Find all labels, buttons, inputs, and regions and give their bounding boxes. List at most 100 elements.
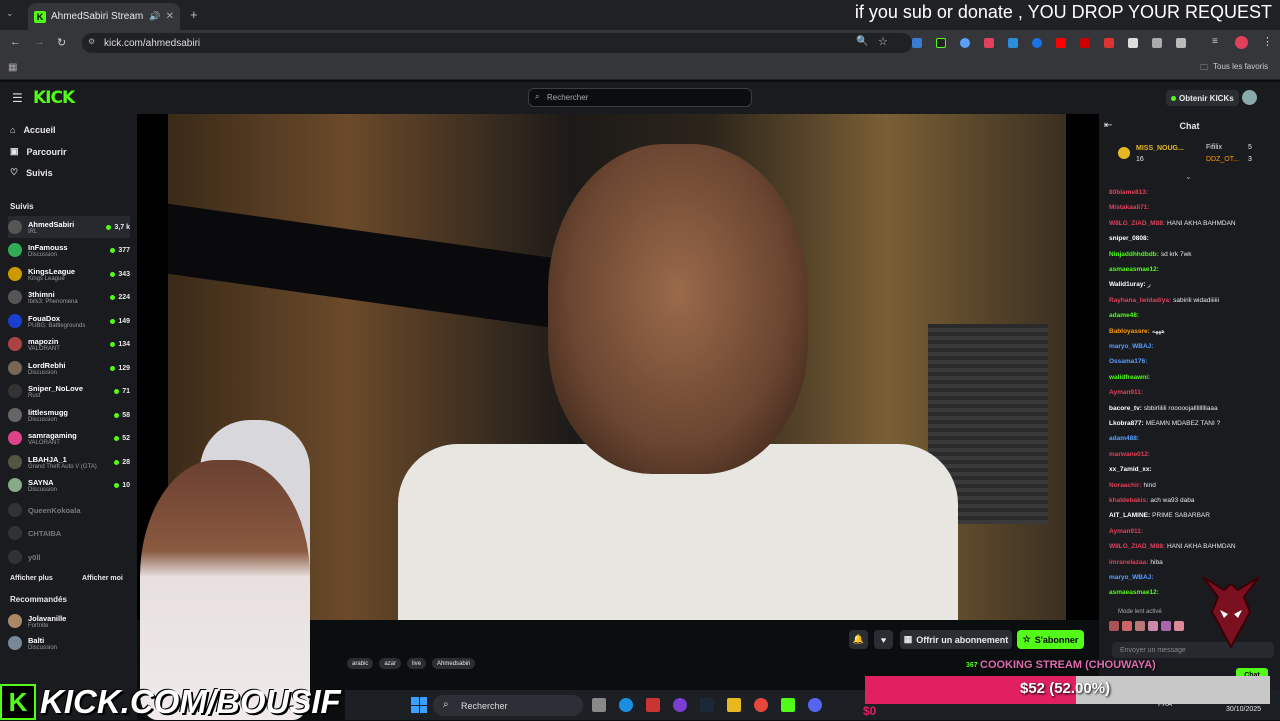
kick-logo[interactable]: KICK [33,88,75,108]
emote-icon[interactable] [1148,621,1158,631]
chat-username[interactable]: bacore_tv: [1109,405,1142,412]
gift-sub-button[interactable]: ▦ Offrir un abonnement [900,630,1012,649]
apps-grid-icon[interactable]: ▦ [8,62,17,73]
emote-icon[interactable] [1174,621,1184,631]
steam-icon[interactable] [700,698,714,712]
chat-username[interactable]: imranelazaa: [1109,559,1148,566]
expand-leaderboard-icon[interactable]: ⌄ [1185,172,1192,181]
puzzle-extensions-icon[interactable] [1176,38,1186,48]
tag-pill[interactable]: live [407,658,427,669]
chat-username[interactable]: Ossama176: [1109,358,1147,365]
kick-search-input[interactable]: ⌕ Rechercher [528,88,752,107]
get-kicks-button[interactable]: Obtenir KICKs [1166,90,1239,106]
tag-pill[interactable]: azar [379,658,402,669]
audio-icon[interactable]: 🔊 [149,11,160,22]
notification-bell-button[interactable]: 🔔 [849,630,868,649]
tag-pill[interactable]: arabic [347,658,374,669]
user-avatar[interactable] [1242,90,1257,105]
chat-username[interactable]: khaldebakis: [1109,497,1148,504]
zoom-icon[interactable]: 🔍 [856,36,868,47]
emote-icon[interactable] [1122,621,1132,631]
extension-icon[interactable] [960,38,970,48]
extension-icon[interactable] [1032,38,1042,48]
chat-username[interactable]: Ayman911: [1109,389,1143,396]
extension-icon[interactable] [912,38,922,48]
show-more-link[interactable]: Afficher plus [10,575,53,582]
chat-username[interactable]: maryo_WBAJ: [1109,343,1153,350]
task-view-icon[interactable] [592,698,606,712]
chat-username[interactable]: asmaeasmae12: [1109,589,1159,596]
channel-item[interactable]: FouaDox PUBG: Battlegrounds 149 [8,310,130,332]
edge-icon[interactable] [619,698,633,712]
youtube-extension-icon[interactable] [1056,38,1066,48]
tag-pill[interactable]: Ahmedsabiri [432,658,476,669]
nav-following[interactable]: ♡ Suivis [10,167,53,178]
taskbar-date[interactable]: 30/10/2025 [1226,706,1261,713]
extension-icon[interactable] [1104,38,1114,48]
app-icon[interactable] [646,698,660,712]
hamburger-icon[interactable]: ☰ [12,91,23,105]
chat-username[interactable]: Rayhana_lwidadiya: [1109,297,1171,304]
taskbar-search[interactable]: ⌕ Rechercher [433,695,583,716]
tab-list-icon[interactable]: ⌄ [6,8,14,19]
chat-username[interactable]: Babloyassre: [1109,328,1150,335]
channel-item[interactable]: Sniper_NoLove Rust 71 [8,380,130,402]
extension-icon[interactable] [1080,38,1090,48]
extension-icon[interactable] [936,38,946,48]
chat-username[interactable]: Ayman911: [1109,528,1143,535]
chat-username[interactable]: walidfreawni: [1109,374,1150,381]
windows-start-icon[interactable] [411,697,427,713]
emote-icon[interactable] [1135,621,1145,631]
chat-username[interactable]: Ninjaddhhdbdb: [1109,251,1159,258]
chat-username[interactable]: asmaeasmae12: [1109,266,1159,273]
extension-icon[interactable] [1128,38,1138,48]
emote-icon[interactable] [1161,621,1171,631]
file-explorer-icon[interactable] [727,698,741,712]
follow-heart-button[interactable]: ♥ [874,630,893,649]
nav-home[interactable]: ⌂ Accueil [10,125,55,135]
reading-list-icon[interactable]: ≡ [1212,36,1218,47]
url-input[interactable]: kick.com/ahmedsabiri [82,33,912,53]
reload-icon[interactable]: ↻ [57,36,66,49]
channel-item[interactable]: LordRebhi Discussion 129 [8,357,130,379]
all-bookmarks-folder[interactable]: 🗀 Tous les favoris [1200,62,1268,76]
chat-username[interactable]: marwane012: [1109,451,1150,458]
extension-icon[interactable] [984,38,994,48]
app-icon[interactable] [673,698,687,712]
chat-username[interactable]: W8LG_ZIAD_M88: [1109,220,1165,227]
close-tab-icon[interactable]: ✕ [166,11,174,22]
emote-icon[interactable] [1109,621,1119,631]
extension-icon[interactable] [1008,38,1018,48]
chat-username[interactable]: maryo_WBAJ: [1109,574,1153,581]
chat-username[interactable]: W8LG_ZIAD_M88: [1109,543,1165,550]
new-tab-icon[interactable]: + [190,7,198,22]
chat-username[interactable]: Lkobra877: [1109,420,1144,427]
channel-item[interactable]: 3thimni Ibils3: Phenomena 224 [8,286,130,308]
site-info-icon[interactable]: ⚙ [88,37,95,46]
chat-username[interactable]: Noraachir: [1109,482,1142,489]
menu-icon[interactable]: ⋮ [1262,35,1273,48]
browser-tab[interactable]: K AhmedSabiri Stream - Watc 🔊 ✕ [28,3,180,30]
chrome-icon[interactable] [754,698,768,712]
chat-username[interactable]: adame48: [1109,312,1139,319]
chat-username[interactable]: adam488: [1109,435,1139,442]
forward-icon[interactable]: → [34,36,45,48]
chat-username[interactable]: sniper_0808: [1109,235,1149,242]
app-icon[interactable] [781,698,795,712]
extension-icon[interactable] [1152,38,1162,48]
channel-item[interactable]: InFamouss Discussion 377 [8,239,130,261]
channel-item[interactable]: AhmedSabiri IRL 3,7 k [8,216,130,238]
back-icon[interactable]: ← [10,36,21,48]
chat-username[interactable]: 80blame813: [1109,189,1148,196]
channel-item[interactable]: KingsLeague Kings League 343 [8,263,130,285]
bookmark-star-icon[interactable]: ☆ [878,35,888,48]
chat-username[interactable]: Walid1uray: [1109,281,1146,288]
subscribe-button[interactable]: ☆ S'abonner [1017,630,1084,649]
channel-item[interactable]: mapozin VALORANT 134 [8,333,130,355]
chat-username[interactable]: xx_7amid_xx: [1109,466,1152,473]
discord-icon[interactable] [808,698,822,712]
nav-browse[interactable]: ▣ Parcourir [10,146,67,157]
chat-username[interactable]: Mistakaali71: [1109,204,1149,211]
profile-avatar[interactable] [1235,36,1248,49]
chat-username[interactable]: AIT_LAMINE: [1109,512,1150,519]
